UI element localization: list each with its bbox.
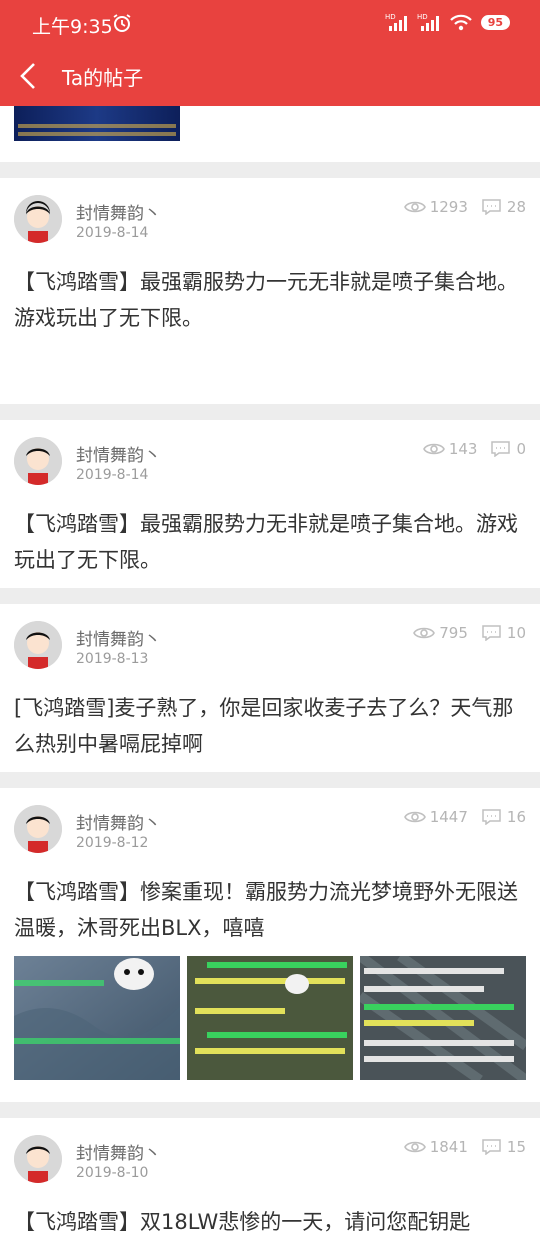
post-image[interactable] <box>14 956 180 1080</box>
author-name[interactable]: 封情舞韵丶 <box>76 441 161 466</box>
avatar[interactable] <box>14 195 62 243</box>
comment-count: 16 <box>506 808 526 826</box>
view-count: 1293 <box>429 198 468 216</box>
comment-icon <box>482 809 501 825</box>
back-arrow-icon[interactable] <box>12 56 52 96</box>
status-time: 上午9:35 <box>32 16 113 38</box>
post-content[interactable]: 【飞鸿踏雪】双18LW悲惨的一天，请问您配钥匙 <box>14 1204 526 1240</box>
post-card[interactable]: 封情舞韵丶 2019-8-13 795 10 [飞鸿踏雪]麦子熟了，你是回家收麦… <box>0 604 540 772</box>
comment-icon <box>482 625 501 641</box>
eye-icon <box>403 1141 426 1153</box>
post-date: 2019-8-10 <box>76 1165 149 1181</box>
post-card-partial[interactable] <box>0 106 540 162</box>
post-stats: 795 10 <box>413 624 526 642</box>
post-card[interactable]: 封情舞韵丶 2019-8-10 1841 15 【飞鸿踏雪】双18LW悲惨的一天… <box>0 1118 540 1258</box>
post-stats: 1293 28 <box>403 198 526 216</box>
post-date: 2019-8-13 <box>76 651 149 667</box>
eye-icon <box>403 201 426 213</box>
comment-count: 28 <box>506 198 526 216</box>
view-count: 1447 <box>429 808 468 826</box>
avatar[interactable] <box>14 437 62 485</box>
svg-text:HD: HD <box>385 13 396 21</box>
signal-icon-1: HD <box>385 13 407 31</box>
comment-count: 0 <box>516 440 526 458</box>
comment-icon <box>482 1139 501 1155</box>
page-title: Ta的帖子 <box>62 66 144 90</box>
avatar[interactable] <box>14 621 62 669</box>
post-stats: 1841 15 <box>403 1138 526 1156</box>
wifi-icon <box>449 14 472 31</box>
status-bar: 上午9:35 HD HD 95 <box>0 0 540 48</box>
author-name[interactable]: 封情舞韵丶 <box>76 809 161 834</box>
post-card[interactable]: 封情舞韵丶 2019-8-14 1293 28 【飞鸿踏雪】最强霸服势力一元无非… <box>0 178 540 404</box>
eye-icon <box>413 627 436 639</box>
post-card[interactable]: 封情舞韵丶 2019-8-12 1447 16 【飞鸿踏雪】惨案重现！霸服势力流… <box>0 788 540 1102</box>
view-count: 795 <box>439 624 468 642</box>
battery-indicator: 95 <box>480 14 510 30</box>
comment-icon <box>482 199 501 215</box>
post-date: 2019-8-14 <box>76 225 149 241</box>
post-card[interactable]: 封情舞韵丶 2019-8-14 143 0 【飞鸿踏雪】最强霸服势力无非就是喷子… <box>0 420 540 588</box>
svg-text:HD: HD <box>417 13 428 21</box>
post-image[interactable] <box>14 106 180 141</box>
post-content[interactable]: 【飞鸿踏雪】最强霸服势力无非就是喷子集合地。游戏玩出了无下限。 <box>14 506 526 578</box>
post-stats: 1447 16 <box>403 808 526 826</box>
comment-icon <box>491 441 511 457</box>
post-feed[interactable]: 封情舞韵丶 2019-8-14 1293 28 【飞鸿踏雪】最强霸服势力一元无非… <box>0 106 540 1258</box>
post-stats: 143 0 <box>422 440 526 458</box>
author-name[interactable]: 封情舞韵丶 <box>76 625 161 650</box>
post-content[interactable]: [飞鸿踏雪]麦子熟了，你是回家收麦子去了么？天气那么热别中暑嗝屁掉啊 <box>14 690 526 762</box>
signal-icon-2: HD <box>417 13 439 31</box>
post-image[interactable] <box>187 956 353 1080</box>
comment-count: 10 <box>506 624 526 642</box>
post-content[interactable]: 【飞鸿踏雪】最强霸服势力一元无非就是喷子集合地。游戏玩出了无下限。 <box>14 264 526 336</box>
alarm-icon <box>113 14 131 32</box>
post-image[interactable] <box>360 956 526 1080</box>
post-images <box>14 956 526 1080</box>
eye-icon <box>403 811 426 823</box>
author-name[interactable]: 封情舞韵丶 <box>76 199 161 224</box>
post-date: 2019-8-12 <box>76 835 149 851</box>
eye-icon <box>422 443 445 455</box>
avatar[interactable] <box>14 805 62 853</box>
view-count: 1841 <box>429 1138 468 1156</box>
comment-count: 15 <box>506 1138 526 1156</box>
post-content[interactable]: 【飞鸿踏雪】惨案重现！霸服势力流光梦境野外无限送温暖，沐哥死出BLX，嘻嘻 <box>14 874 526 946</box>
avatar[interactable] <box>14 1135 62 1183</box>
author-name[interactable]: 封情舞韵丶 <box>76 1139 161 1164</box>
view-count: 143 <box>448 440 478 458</box>
post-date: 2019-8-14 <box>76 467 149 483</box>
nav-bar: Ta的帖子 <box>0 48 540 106</box>
